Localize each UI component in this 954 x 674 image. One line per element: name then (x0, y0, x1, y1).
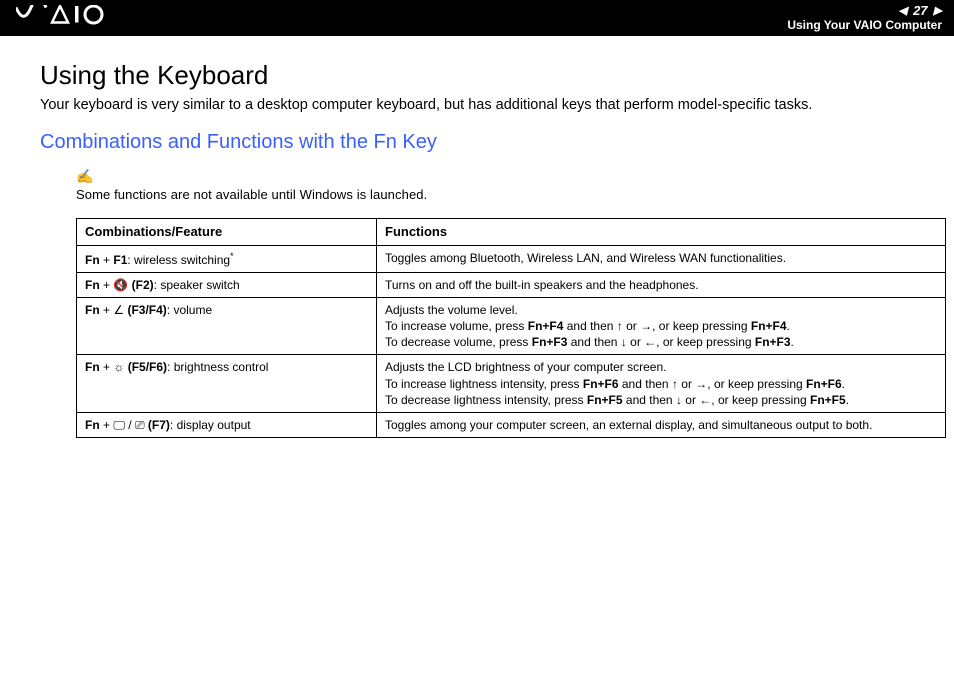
table-header-row: Combinations/Feature Functions (77, 219, 946, 246)
subsection-title: Combinations and Functions with the Fn K… (40, 131, 914, 154)
note-block: ✍ Some functions are not available until… (76, 168, 914, 204)
table-header-combinations: Combinations/Feature (77, 219, 377, 246)
page-number: 27 (913, 4, 927, 18)
vaio-logo-svg (16, 5, 106, 25)
table-header-functions: Functions (377, 219, 946, 246)
function-cell: Adjusts the LCD brightness of your compu… (377, 355, 946, 413)
pencil-note-icon: ✍ (76, 168, 93, 185)
combination-cell: Fn + 🖵 / ⎚ (F7): display output (77, 413, 377, 438)
function-cell: Adjusts the volume level.To increase vol… (377, 297, 946, 355)
note-text: Some functions are not available until W… (76, 187, 427, 202)
section-name: Using Your VAIO Computer (787, 19, 942, 32)
combination-cell: Fn + F1: wireless switching* (77, 245, 377, 272)
header-right: ◀ 27 ▶ Using Your VAIO Computer (787, 4, 942, 31)
combination-cell: Fn + ☼ (F5/F6): brightness control (77, 355, 377, 413)
function-cell: Toggles among Bluetooth, Wireless LAN, a… (377, 245, 946, 272)
combination-cell: Fn + 🔇 (F2): speaker switch (77, 272, 377, 297)
vaio-logo (16, 5, 106, 31)
function-cell: Turns on and off the built-in speakers a… (377, 272, 946, 297)
table-row: Fn + 🖵 / ⎚ (F7): display outputToggles a… (77, 413, 946, 438)
fn-key-table: Combinations/Feature Functions Fn + F1: … (76, 218, 946, 438)
intro-paragraph: Your keyboard is very similar to a deskt… (40, 97, 914, 113)
table-row: Fn + F1: wireless switching*Toggles amon… (77, 245, 946, 272)
page-title: Using the Keyboard (40, 60, 914, 91)
header-bar: ◀ 27 ▶ Using Your VAIO Computer (0, 0, 954, 36)
table-row: Fn + ∠ (F3/F4): volumeAdjusts the volume… (77, 297, 946, 355)
prev-page-icon[interactable]: ◀ (899, 5, 907, 17)
combination-cell: Fn + ∠ (F3/F4): volume (77, 297, 377, 355)
table-row: Fn + ☼ (F5/F6): brightness controlAdjust… (77, 355, 946, 413)
pager: ◀ 27 ▶ (899, 4, 942, 18)
content-area: Using the Keyboard Your keyboard is very… (0, 36, 954, 438)
function-cell: Toggles among your computer screen, an e… (377, 413, 946, 438)
table-row: Fn + 🔇 (F2): speaker switchTurns on and … (77, 272, 946, 297)
next-page-icon[interactable]: ▶ (934, 5, 942, 17)
document-page: ◀ 27 ▶ Using Your VAIO Computer Using th… (0, 0, 954, 674)
